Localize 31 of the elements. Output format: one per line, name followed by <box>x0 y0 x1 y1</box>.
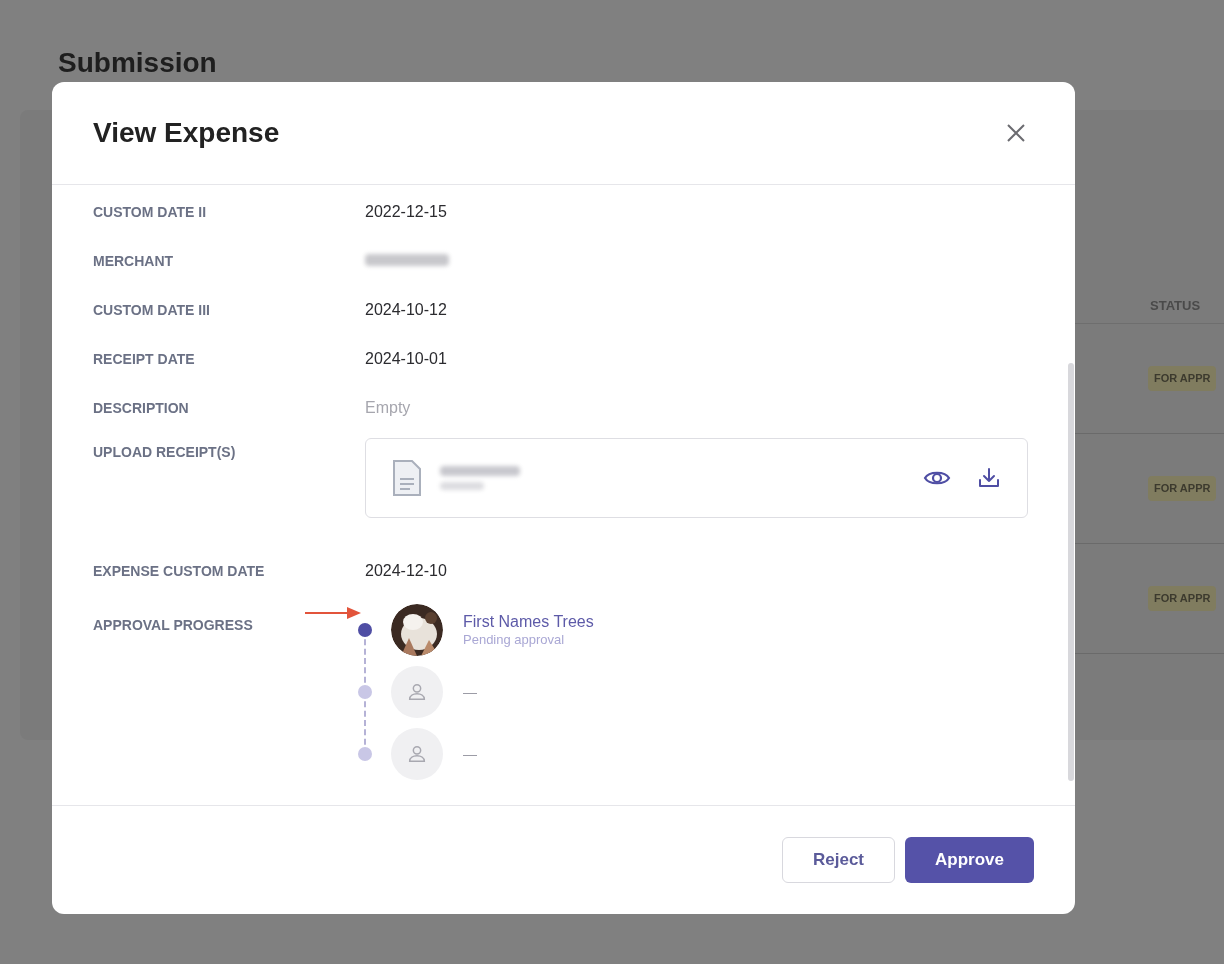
field-value: 2024-12-10 <box>365 561 447 579</box>
field-value: 2024-10-01 <box>365 349 447 367</box>
modal-title: View Expense <box>93 116 280 150</box>
reject-button[interactable]: Reject <box>782 837 896 883</box>
page-title: Submission <box>58 46 217 80</box>
user-icon <box>406 681 428 703</box>
field-label: APPROVAL PROGRESS <box>93 616 253 635</box>
field-label: RECEIPT DATE <box>93 349 195 369</box>
approve-button[interactable]: Approve <box>905 837 1034 883</box>
field-value: 2022-12-15 <box>365 202 447 220</box>
close-icon[interactable] <box>1005 122 1027 144</box>
approver-name: — <box>463 682 477 702</box>
document-icon <box>392 459 422 497</box>
download-icon[interactable] <box>977 466 1001 490</box>
field-label: EXPENSE CUSTOM DATE <box>93 561 265 581</box>
arrow-annotation <box>305 607 361 619</box>
user-icon <box>406 743 428 765</box>
field-label: CUSTOM DATE II <box>93 202 207 222</box>
field-label: CUSTOM DATE III <box>93 300 210 320</box>
approver-name: — <box>463 744 477 764</box>
approver-status: Pending approval <box>463 631 566 649</box>
field-value: Empty <box>365 398 411 416</box>
field-label: DESCRIPTION <box>93 398 189 418</box>
approver-name: First Names Trees <box>463 611 594 632</box>
field-label: UPLOAD RECEIPT(S) <box>93 443 236 462</box>
blurred-file-size <box>440 482 484 490</box>
status-badge: FOR APPR <box>1148 366 1217 391</box>
status-badge: FOR APPR <box>1148 476 1217 501</box>
field-value: 2024-10-12 <box>365 300 447 318</box>
field-label: MERCHANT <box>93 251 174 271</box>
status-badge: FOR APPR <box>1148 586 1217 611</box>
